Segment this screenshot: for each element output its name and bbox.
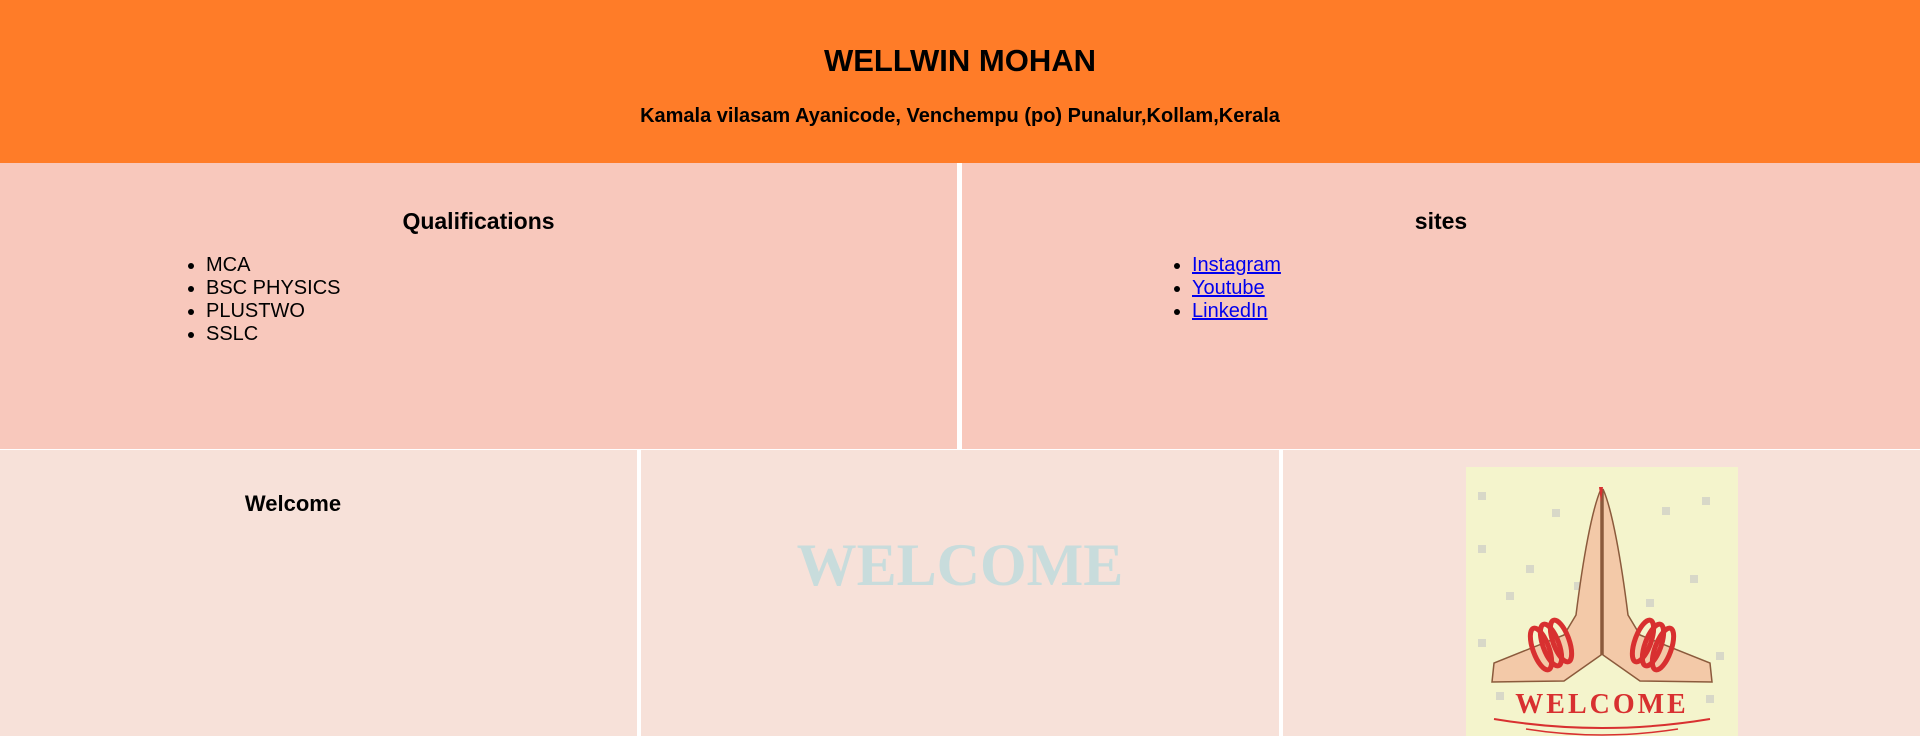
youtube-link[interactable]: Youtube — [1192, 277, 1265, 299]
owner-address: Kamala vilasam Ayanicode, Venchempu (po)… — [640, 105, 1280, 127]
sites-panel: sites Instagram Youtube LinkedIn — [962, 163, 1920, 449]
welcome-image-panel: WELCOME — [1283, 450, 1920, 736]
list-item: PLUSTWO — [206, 300, 340, 323]
list-item: BSC PHYSICS — [206, 277, 340, 300]
list-item: LinkedIn — [1192, 300, 1281, 323]
sites-list: Instagram Youtube LinkedIn — [1168, 254, 1281, 323]
welcome-panel: Welcome — [0, 450, 637, 736]
welcome-title: Welcome — [244, 491, 342, 516]
list-item: Instagram — [1192, 254, 1281, 277]
owner-name: WELLWIN MOHAN — [823, 43, 1097, 78]
namaste-welcome-image: WELCOME — [1466, 467, 1738, 736]
qualifications-title: Qualifications — [402, 208, 555, 234]
list-item: SSLC — [206, 323, 340, 346]
instagram-link[interactable]: Instagram — [1192, 254, 1281, 276]
welcome-banner-panel: WELCOME — [641, 450, 1279, 736]
page-header: WELLWIN MOHAN Kamala vilasam Ayanicode, … — [0, 0, 1920, 163]
list-item: Youtube — [1192, 277, 1281, 300]
image-welcome-text: WELCOME — [1515, 689, 1688, 720]
qualifications-list: MCA BSC PHYSICS PLUSTWO SSLC — [182, 254, 340, 346]
welcome-banner-text: WELCOME — [796, 532, 1124, 598]
linkedin-link[interactable]: LinkedIn — [1192, 300, 1268, 322]
qualifications-panel: Qualifications MCA BSC PHYSICS PLUSTWO S… — [0, 163, 957, 449]
list-item: MCA — [206, 254, 340, 277]
sites-title: sites — [1414, 208, 1468, 234]
